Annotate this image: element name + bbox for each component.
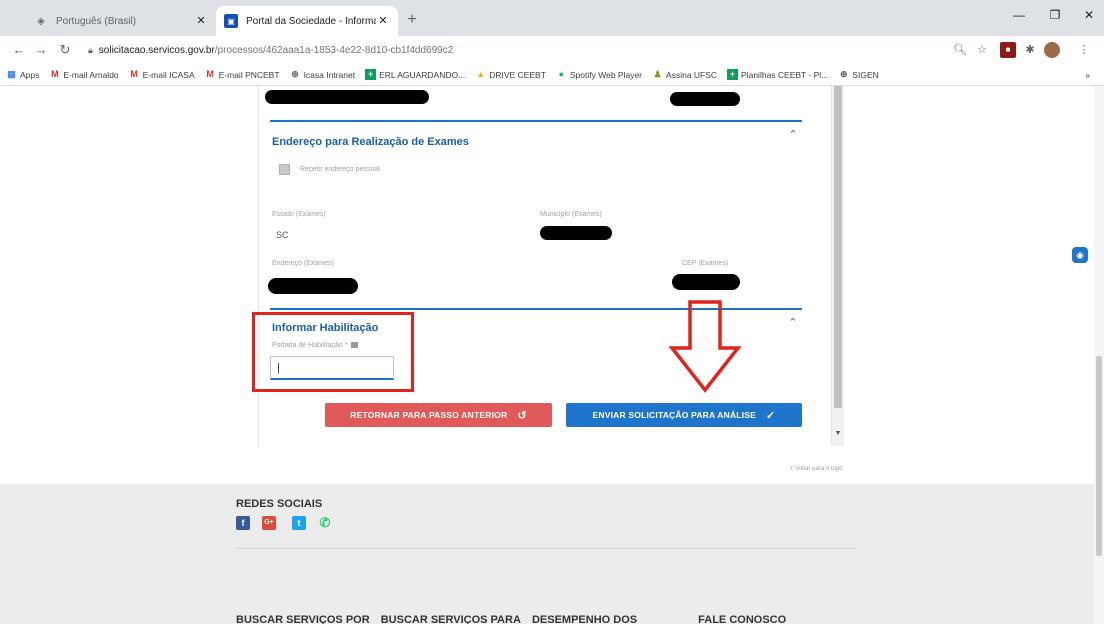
new-tab-button[interactable]: + bbox=[402, 12, 422, 28]
apps-icon: ▦ bbox=[7, 69, 16, 79]
bookmark-email-pncebt[interactable]: M E-mail PNCEBT bbox=[205, 69, 279, 80]
bookmark-spotify[interactable]: ● Spotify Web Player bbox=[556, 69, 642, 80]
social-title: REDES SOCIAIS bbox=[236, 498, 323, 510]
assina-icon: ♟ bbox=[653, 69, 662, 79]
redacted-block bbox=[670, 92, 740, 106]
annotation-highlight-box bbox=[252, 312, 414, 392]
bookmark-planilhas[interactable]: + Planilhas CEEBT - Pl... bbox=[727, 69, 828, 80]
kebab-menu-icon[interactable]: ⋮ bbox=[1076, 42, 1092, 58]
minimize-button[interactable]: — bbox=[1004, 8, 1034, 22]
bookmark-email-icasa[interactable]: M E-mail ICASA bbox=[129, 69, 194, 80]
bookmark-erl[interactable]: + ERL AGUARDANDO... bbox=[365, 69, 465, 80]
sheets-icon: + bbox=[365, 69, 377, 80]
submit-request-button[interactable]: ENVIAR SOLICITAÇÃO PARA ANÁLISE ✓ bbox=[566, 403, 802, 427]
sheets-icon: + bbox=[727, 69, 739, 80]
close-window-button[interactable]: ✕ bbox=[1074, 8, 1104, 22]
star-icon[interactable]: ☆ bbox=[974, 42, 990, 58]
site-footer: REDES SOCIAIS f G+ t ✆ BUSCAR SERVIÇOS P… bbox=[0, 484, 1104, 624]
page-content: Endereço para Realização de Exames ⌃ Rep… bbox=[0, 86, 1104, 624]
annotation-down-arrow-icon bbox=[668, 300, 742, 393]
reload-icon[interactable]: ↻ bbox=[56, 41, 74, 59]
gmail-icon: M bbox=[51, 69, 59, 79]
chevron-up-icon[interactable]: ⌃ bbox=[786, 128, 800, 141]
footer-link[interactable]: BUSCAR SERVIÇOS PARA bbox=[381, 614, 521, 624]
avatar[interactable] bbox=[1044, 42, 1060, 58]
bookmarks-bar: ▦ Apps M E-mail Arnaldo M E-mail ICASA M E-m… bbox=[0, 64, 1104, 86]
back-to-top-link[interactable]: + Voltar para o topo bbox=[790, 466, 843, 472]
tab-title: Português (Brasil) bbox=[56, 15, 137, 27]
chevron-up-icon[interactable]: ⌃ bbox=[786, 316, 800, 329]
redacted-block bbox=[265, 90, 429, 104]
address-bar[interactable]: 🔒︎ solicitacao.servicos.gov.br /processo… bbox=[88, 39, 968, 61]
drive-icon: ▲ bbox=[476, 69, 486, 79]
gmail-icon: M bbox=[206, 69, 214, 79]
footer-link[interactable]: DESEMPENHO DOS bbox=[532, 614, 637, 624]
address-label: Endereço (Exames) bbox=[272, 260, 334, 267]
lock-icon: 🔒︎ bbox=[88, 44, 93, 55]
facebook-icon[interactable]: f bbox=[236, 516, 250, 530]
zoom-icon[interactable]: 🔍︎ bbox=[952, 42, 968, 58]
bookmarks-overflow-icon[interactable]: » bbox=[1085, 70, 1090, 80]
repeat-address-label: Repetir endereço pessoal bbox=[300, 166, 380, 173]
section-divider bbox=[270, 120, 802, 122]
gov-favicon-icon: ▣ bbox=[224, 14, 238, 28]
redacted-cep bbox=[672, 274, 740, 290]
globe-icon: ⊕ bbox=[291, 69, 299, 79]
cep-label: CEP (Exames) bbox=[682, 260, 729, 267]
maximize-button[interactable]: ❐ bbox=[1040, 8, 1070, 22]
city-label: Município (Exames) bbox=[540, 211, 602, 218]
forward-arrow-icon[interactable]: → bbox=[32, 41, 50, 59]
footer-divider bbox=[236, 548, 856, 549]
repeat-address-checkbox[interactable] bbox=[279, 164, 290, 175]
redacted-address bbox=[268, 278, 358, 294]
tab-title: Portal da Sociedade - Informar Ti bbox=[246, 15, 376, 27]
back-arrow-icon[interactable]: ← bbox=[10, 41, 28, 59]
back-step-button[interactable]: RETORNAR PARA PASSO ANTERIOR ↺ bbox=[325, 403, 552, 427]
close-icon[interactable]: ✕ bbox=[194, 14, 208, 28]
url-path: /processos/462aaa1a-1853-4e22-8d10-cb1f4… bbox=[214, 44, 454, 56]
close-icon[interactable]: ✕ bbox=[376, 14, 390, 28]
chat-icon[interactable]: ◉ bbox=[1072, 247, 1088, 263]
page-scrollbar-thumb[interactable] bbox=[1096, 356, 1102, 556]
bookmark-assina-ufsc[interactable]: ♟ Assina UFSC bbox=[652, 69, 717, 80]
bookmark-icasa-intranet[interactable]: ⊕ Icasa Intranet bbox=[290, 69, 355, 80]
scroll-down-icon[interactable]: ▼ bbox=[834, 430, 842, 437]
globe-icon: ⊕ bbox=[840, 69, 848, 79]
browser-toolbar: ← → ↻ 🔒︎ solicitacao.servicos.gov.br /pr… bbox=[0, 36, 1104, 64]
twitter-icon[interactable]: t bbox=[292, 516, 306, 530]
bookmark-email-arnaldo[interactable]: M E-mail Arnaldo bbox=[49, 69, 119, 80]
exam-address-title: Endereço para Realização de Exames bbox=[272, 136, 469, 148]
extension-icon[interactable]: ■ bbox=[1000, 42, 1016, 58]
url-host: solicitacao.servicos.gov.br bbox=[98, 44, 215, 56]
footer-link[interactable]: FALE CONOSCO bbox=[698, 614, 786, 624]
spotify-icon: ● bbox=[558, 69, 565, 79]
footer-links: BUSCAR SERVIÇOS POR BUSCAR SERVIÇOS PARA… bbox=[236, 614, 794, 624]
bookmark-drive[interactable]: ▲ DRIVE CEEBT bbox=[475, 69, 546, 80]
google-plus-icon[interactable]: G+ bbox=[262, 516, 276, 530]
whatsapp-icon[interactable]: ✆ bbox=[318, 516, 332, 530]
undo-icon: ↺ bbox=[517, 409, 527, 422]
form-scrollbar-thumb[interactable] bbox=[834, 86, 842, 408]
tab-portugues[interactable]: ◈ Português (Brasil) ✕ bbox=[26, 6, 216, 36]
redacted-city bbox=[540, 226, 612, 240]
puzzle-icon[interactable]: ✱ bbox=[1022, 42, 1038, 58]
gmail-icon: M bbox=[130, 69, 138, 79]
tab-portal-sociedade[interactable]: ▣ Portal da Sociedade - Informar Ti ✕ bbox=[216, 6, 398, 36]
bookmark-sigen[interactable]: ⊕ SIGEN bbox=[838, 69, 879, 80]
browser-tab-bar: ◈ Português (Brasil) ✕ ▣ Portal da Socie… bbox=[0, 0, 1104, 36]
check-icon: ✓ bbox=[766, 409, 776, 422]
state-label: Estado (Exames) bbox=[272, 211, 326, 218]
translate-icon: ◈ bbox=[37, 15, 45, 27]
footer-link[interactable]: BUSCAR SERVIÇOS POR bbox=[236, 614, 370, 624]
state-value[interactable]: SC bbox=[276, 230, 289, 240]
bookmark-apps[interactable]: ▦ Apps bbox=[6, 69, 39, 80]
